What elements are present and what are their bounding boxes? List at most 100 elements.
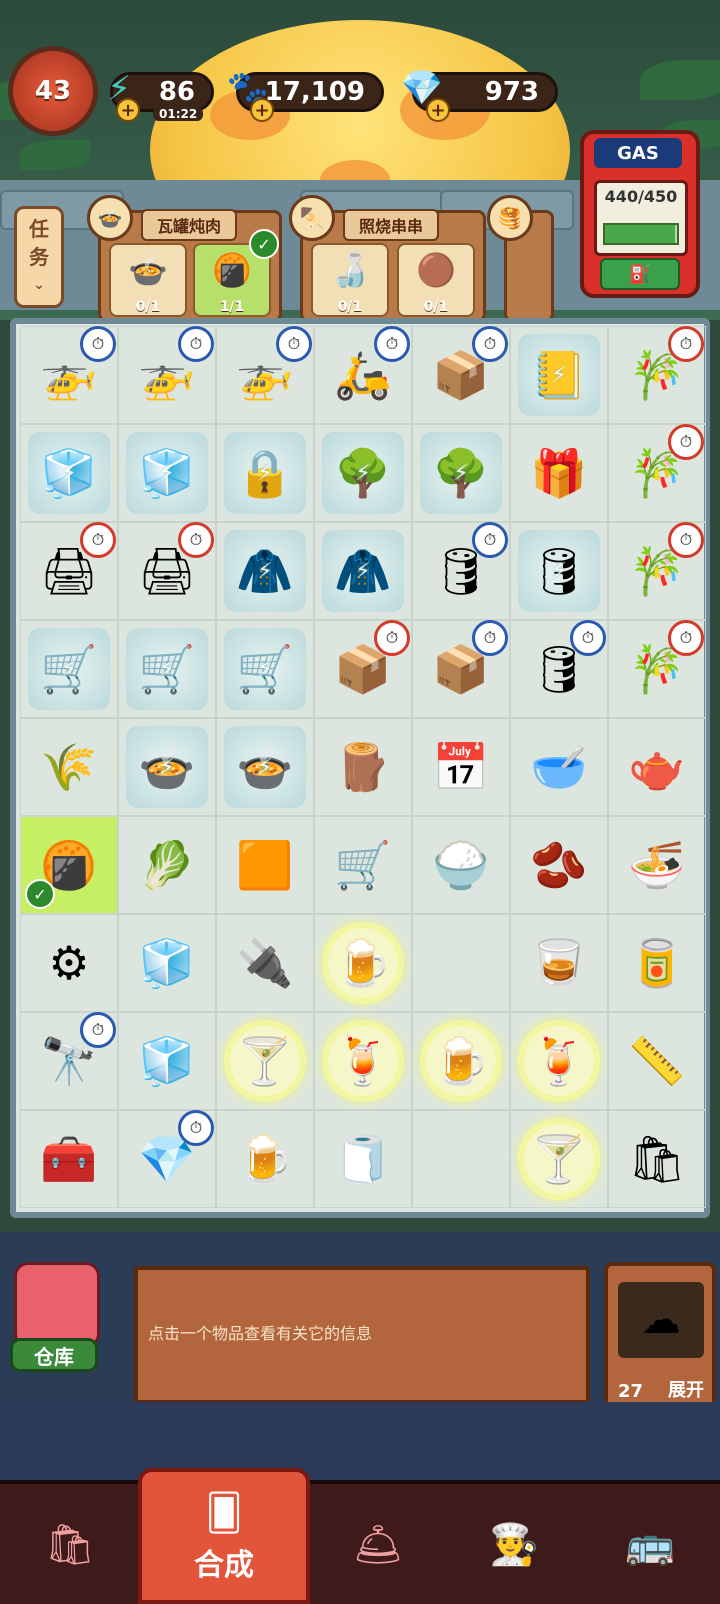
board-cell[interactable]: 💎 ⏱ — [118, 1110, 216, 1208]
printer-icon[interactable]: 🖨 ⏱ — [28, 522, 116, 612]
open-box-icon[interactable]: 📦 ⏱ — [420, 620, 508, 710]
rice-mat-icon[interactable]: 🍚 — [420, 824, 502, 906]
beer-glass-icon[interactable]: 🍺 — [322, 922, 404, 1004]
drone-crate-icon[interactable]: 🚁 ⏱ — [126, 326, 214, 416]
order-need[interactable]: 🟤 0/1 — [397, 243, 475, 317]
gift-box-icon[interactable]: 🎁 — [518, 432, 600, 514]
board-cell[interactable]: 🛒 — [216, 620, 314, 718]
board-cell[interactable]: 🛢 ⏱ — [510, 620, 608, 718]
grain-mat-icon[interactable]: 🌾 — [28, 726, 110, 808]
drone-crate-icon[interactable]: 🚁 ⏱ — [28, 326, 116, 416]
notebook-icon[interactable]: 📒 — [518, 334, 600, 416]
gas-station[interactable]: GAS 440/450 ⛽ — [580, 130, 700, 298]
board-cell[interactable]: 🫘 — [510, 816, 608, 914]
tasks-tab[interactable]: 任 务 ⌄ — [14, 206, 64, 308]
order-card[interactable]: 🍲 瓦罐炖肉 🍲 0/1 🍘 1/1 ✓ — [87, 195, 282, 322]
board-cell[interactable]: 📅 — [412, 718, 510, 816]
board-cell[interactable]: 🍹 — [510, 1012, 608, 1110]
red-drink-icon[interactable]: 🍹 — [322, 1020, 404, 1102]
bamboo-shoot-icon[interactable]: 🎋 ⏱ — [616, 620, 704, 710]
tree-icon[interactable]: 🌳 — [420, 432, 502, 514]
board-cell[interactable]: 🧻 — [314, 1110, 412, 1208]
wood-pieces-icon[interactable]: 🪵 — [322, 726, 404, 808]
board-cell[interactable]: 🛢 ⏱ — [412, 522, 510, 620]
bamboo-shoot-icon[interactable]: 🎋 ⏱ — [616, 326, 704, 416]
board-cell[interactable]: 🎋 ⏱ — [608, 326, 706, 424]
board-cell[interactable]: 🔌 — [216, 914, 314, 1012]
barrel-icon[interactable]: 🛢 — [518, 530, 600, 612]
board-cell[interactable]: 🚁 ⏱ — [216, 326, 314, 424]
board-cell[interactable]: 🍺 — [314, 914, 412, 1012]
juice-glass-icon[interactable]: 🥃 — [518, 922, 600, 1004]
display-fridge-icon[interactable]: 🧊 — [126, 432, 208, 514]
board-cell[interactable]: 🧥 — [216, 522, 314, 620]
bamboo-shoot-icon[interactable]: 🎋 ⏱ — [616, 424, 704, 514]
board-cell[interactable]: 🧥 — [314, 522, 412, 620]
ketchup-icon[interactable]: 🥫 — [616, 922, 698, 1004]
power-box-icon[interactable]: 🧰 — [28, 1118, 110, 1200]
board-cell[interactable]: 📦 ⏱ — [412, 326, 510, 424]
nav-travel[interactable]: 🚌 — [590, 1494, 710, 1594]
board-cell[interactable]: 🎁 — [510, 424, 608, 522]
board-cell[interactable]: 🌾 — [20, 718, 118, 816]
board-cell[interactable]: 🌳 — [412, 424, 510, 522]
board-cell[interactable]: 🛵 ⏱ — [314, 326, 412, 424]
cocktail-icon[interactable]: 🍸 — [224, 1020, 306, 1102]
ruler-icon[interactable]: 📏 — [616, 1020, 698, 1102]
nav-profile[interactable]: 👨‍🍳 — [454, 1494, 574, 1594]
board-cell[interactable]: 🧊 — [118, 424, 216, 522]
board-cell[interactable]: 🧊 — [20, 424, 118, 522]
drone-crate-icon[interactable]: 🚁 ⏱ — [224, 326, 312, 416]
board-cell[interactable]: 🖨 ⏱ — [118, 522, 216, 620]
board-cell[interactable]: 🍺 — [412, 1012, 510, 1110]
shelf-cart-icon[interactable]: 🛒 — [28, 628, 110, 710]
shelf-cart-icon[interactable]: 🛒 — [126, 628, 208, 710]
plug-icon[interactable]: 🔌 — [224, 922, 306, 1004]
order-need[interactable]: 🍲 0/1 — [109, 243, 187, 317]
board-cell[interactable] — [412, 914, 510, 1012]
teapot-icon[interactable]: 🫖 — [616, 726, 698, 808]
barrel-icon[interactable]: 🛢 ⏱ — [518, 620, 606, 710]
board-cell[interactable]: 🍸 — [510, 1110, 608, 1208]
board-cell[interactable]: 🍺 — [216, 1110, 314, 1208]
shelf-cart-icon[interactable]: 🛒 — [224, 628, 306, 710]
board-cell[interactable]: 🧊 — [118, 1012, 216, 1110]
bowl-icon[interactable]: 🥣 — [518, 726, 600, 808]
sunset-drink-icon[interactable]: 🍹 — [518, 1020, 600, 1102]
calendar-icon[interactable]: 📅 — [420, 726, 502, 808]
nav-merge[interactable]: 🂠 合成 — [138, 1468, 310, 1604]
board-cell[interactable]: 🍲 — [118, 718, 216, 816]
board-cell[interactable]: 🍘 ✓ — [20, 816, 118, 914]
mug-drink-icon[interactable]: 🍺 — [420, 1020, 502, 1102]
nav-shop[interactable]: 🛍 — [10, 1494, 130, 1594]
printer-icon[interactable]: 🖨 ⏱ — [126, 522, 214, 612]
lettuce-icon[interactable]: 🥬 — [126, 824, 208, 906]
board-cell[interactable]: 🍚 — [412, 816, 510, 914]
ice-cube-icon[interactable]: 🧊 — [126, 922, 208, 1004]
blue-cocktail-icon[interactable]: 🍸 — [518, 1118, 600, 1200]
napkin-icon[interactable]: 🧻 — [322, 1118, 404, 1200]
dolly-icon[interactable]: 🛒 — [322, 824, 404, 906]
barrel-icon[interactable]: 🛢 ⏱ — [420, 522, 508, 612]
steamer-icon[interactable]: 🍲 — [224, 726, 306, 808]
board-cell[interactable]: 🛍 — [608, 1110, 706, 1208]
gas-refill-button[interactable]: ⛽ — [600, 258, 680, 290]
board-cell[interactable]: 🛢 — [510, 522, 608, 620]
board-cell[interactable]: 📦 ⏱ — [412, 620, 510, 718]
board-cell[interactable]: 🪵 — [314, 718, 412, 816]
chef-jacket-icon[interactable]: 🧥 — [322, 530, 404, 612]
telescope-icon[interactable]: 🔭 ⏱ — [28, 1012, 116, 1102]
player-level-badge[interactable]: 43 — [8, 46, 98, 136]
board-cell[interactable]: 🎋 ⏱ — [608, 620, 706, 718]
board-cell[interactable] — [412, 1110, 510, 1208]
sugar-cube-icon[interactable]: 🧊 — [126, 1020, 208, 1102]
steamer-icon[interactable]: 🍲 — [126, 726, 208, 808]
board-cell[interactable]: 🥬 — [118, 816, 216, 914]
board-cell[interactable]: 🛒 — [118, 620, 216, 718]
board-cell[interactable]: 🧰 — [20, 1110, 118, 1208]
board-cell[interactable]: 🫖 — [608, 718, 706, 816]
tree-icon[interactable]: 🌳 — [322, 432, 404, 514]
safe-icon[interactable]: 🔒 — [224, 432, 306, 514]
board-cell[interactable]: 🥫 — [608, 914, 706, 1012]
board-cell[interactable]: 🥣 — [510, 718, 608, 816]
